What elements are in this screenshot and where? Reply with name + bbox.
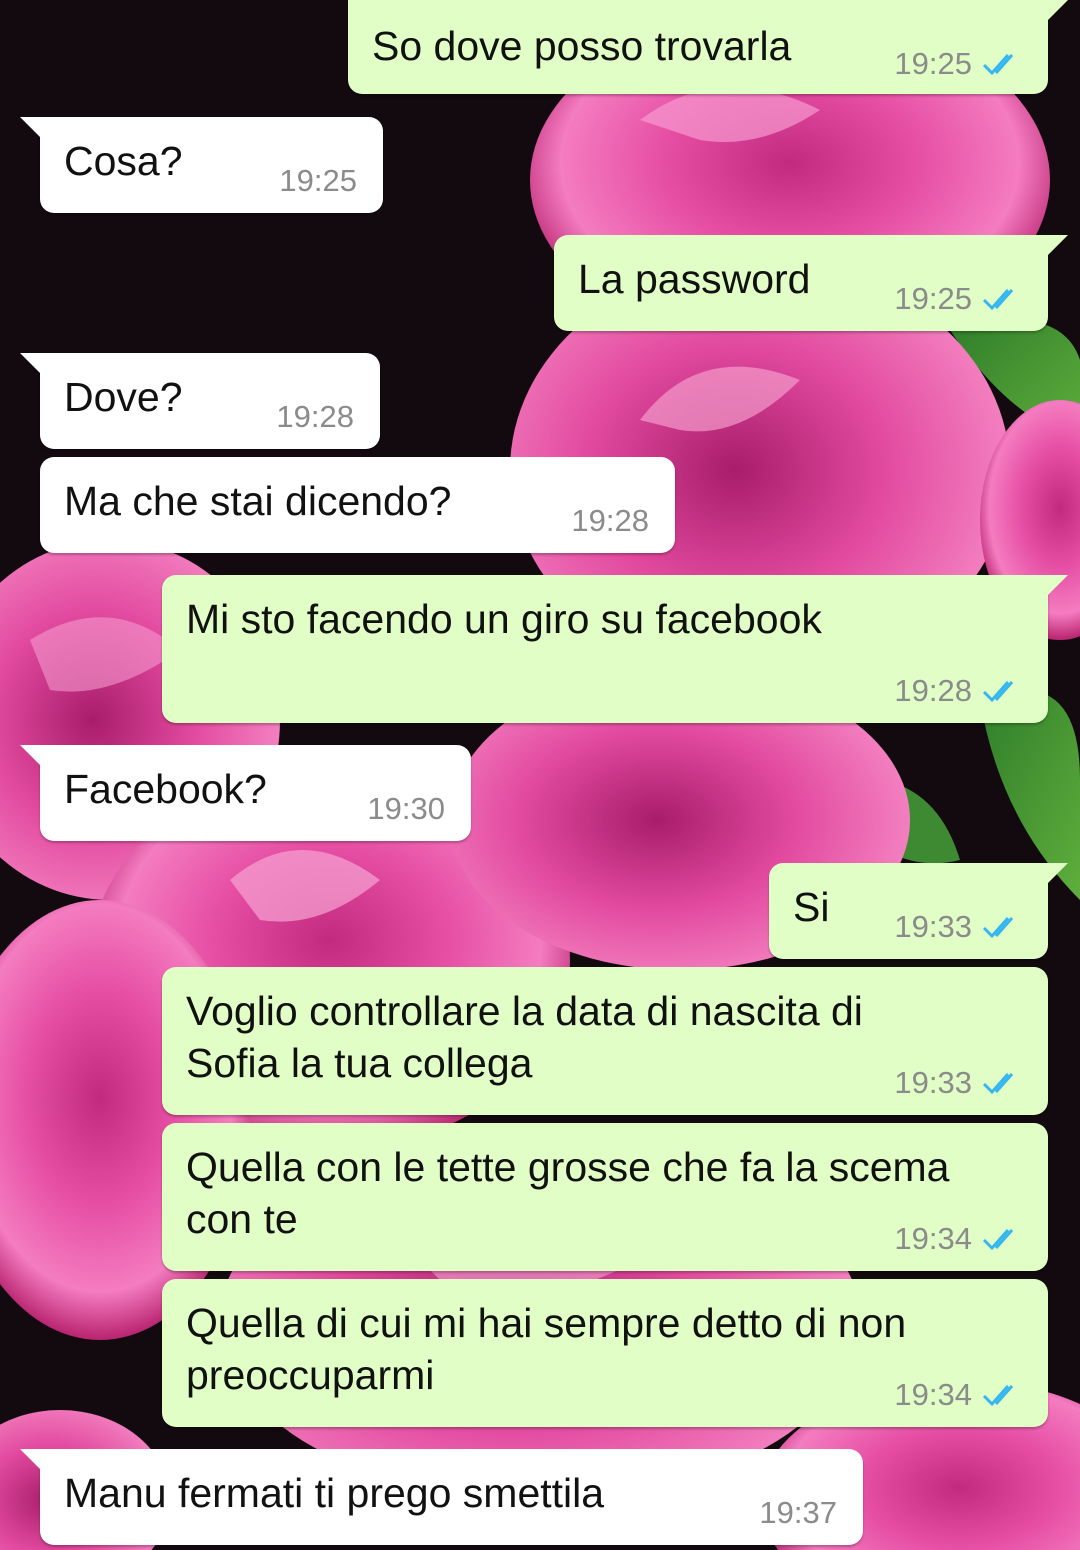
message-time: 19:25 [279, 163, 357, 198]
message-time: 19:34 [894, 1221, 972, 1256]
message-text: So dove posso trovarla [372, 23, 792, 69]
double-check-read-icon [982, 1385, 1014, 1407]
message-bubble-outgoing[interactable]: Si 19:33 [769, 863, 1068, 959]
message-text: Mi sto facendo un giro su facebook [186, 596, 822, 642]
message-meta: 19:25 [894, 283, 1022, 315]
message-time: 19:28 [571, 503, 649, 538]
message-bubble-outgoing[interactable]: Mi sto facendo un giro su facebook 19:28 [162, 575, 1068, 723]
message-meta: 19:28 [894, 675, 1022, 707]
message-time: 19:28 [894, 673, 972, 708]
message-time: 19:25 [894, 281, 972, 316]
message-meta: 19:28 [571, 505, 649, 537]
message-text: Cosa? [64, 138, 183, 184]
message-bubble-incoming[interactable]: Dove? 19:28 [20, 353, 380, 449]
message-meta: 19:28 [276, 401, 354, 433]
message-time: 19:33 [894, 909, 972, 944]
double-check-read-icon [982, 289, 1014, 311]
message-meta: 19:33 [894, 1067, 1022, 1099]
double-check-read-icon [982, 1073, 1014, 1095]
message-bubble-outgoing[interactable]: Voglio controllare la data di nascita di… [162, 967, 1048, 1115]
message-text: Manu fermati ti prego smettila [64, 1470, 605, 1516]
chat-message-list[interactable]: So dove posso trovarla 19:25 Cosa? 19:25… [0, 0, 1080, 1550]
double-check-read-icon [982, 681, 1014, 703]
message-text: La password [578, 256, 811, 302]
message-time: 19:30 [367, 791, 445, 826]
double-check-read-icon [982, 917, 1014, 939]
message-text: Si [793, 884, 830, 930]
double-check-read-icon [982, 1229, 1014, 1251]
message-time: 19:33 [894, 1065, 972, 1100]
message-text: Dove? [64, 374, 183, 420]
message-time: 19:34 [894, 1377, 972, 1412]
message-time: 19:28 [276, 399, 354, 434]
message-text: Quella di cui mi hai sempre detto di non… [186, 1300, 918, 1398]
message-text: Voglio controllare la data di nascita di… [186, 988, 875, 1086]
message-meta: 19:34 [894, 1379, 1022, 1411]
message-meta: 19:30 [367, 793, 445, 825]
message-time: 19:37 [759, 1495, 837, 1530]
message-text: Facebook? [64, 766, 267, 812]
message-meta: 19:25 [894, 48, 1022, 80]
message-meta: 19:37 [759, 1497, 837, 1529]
message-bubble-outgoing[interactable]: Quella di cui mi hai sempre detto di non… [162, 1279, 1048, 1427]
message-bubble-incoming[interactable]: Cosa? 19:25 [20, 117, 383, 213]
message-time: 19:25 [894, 46, 972, 81]
message-bubble-incoming[interactable]: Ma che stai dicendo? 19:28 [40, 457, 675, 553]
message-meta: 19:34 [894, 1223, 1022, 1255]
message-text: Ma che stai dicendo? [64, 478, 452, 524]
double-check-read-icon [982, 54, 1014, 76]
message-bubble-incoming[interactable]: Manu fermati ti prego smettila 19:37 [20, 1449, 863, 1545]
message-meta: 19:33 [894, 911, 1022, 943]
message-meta: 19:25 [279, 165, 357, 197]
message-bubble-outgoing[interactable]: La password 19:25 [554, 235, 1068, 331]
message-bubble-outgoing[interactable]: Quella con le tette grosse che fa la sce… [162, 1123, 1048, 1271]
message-bubble-incoming[interactable]: Facebook? 19:30 [20, 745, 471, 841]
message-bubble-outgoing[interactable]: So dove posso trovarla 19:25 [348, 0, 1068, 94]
